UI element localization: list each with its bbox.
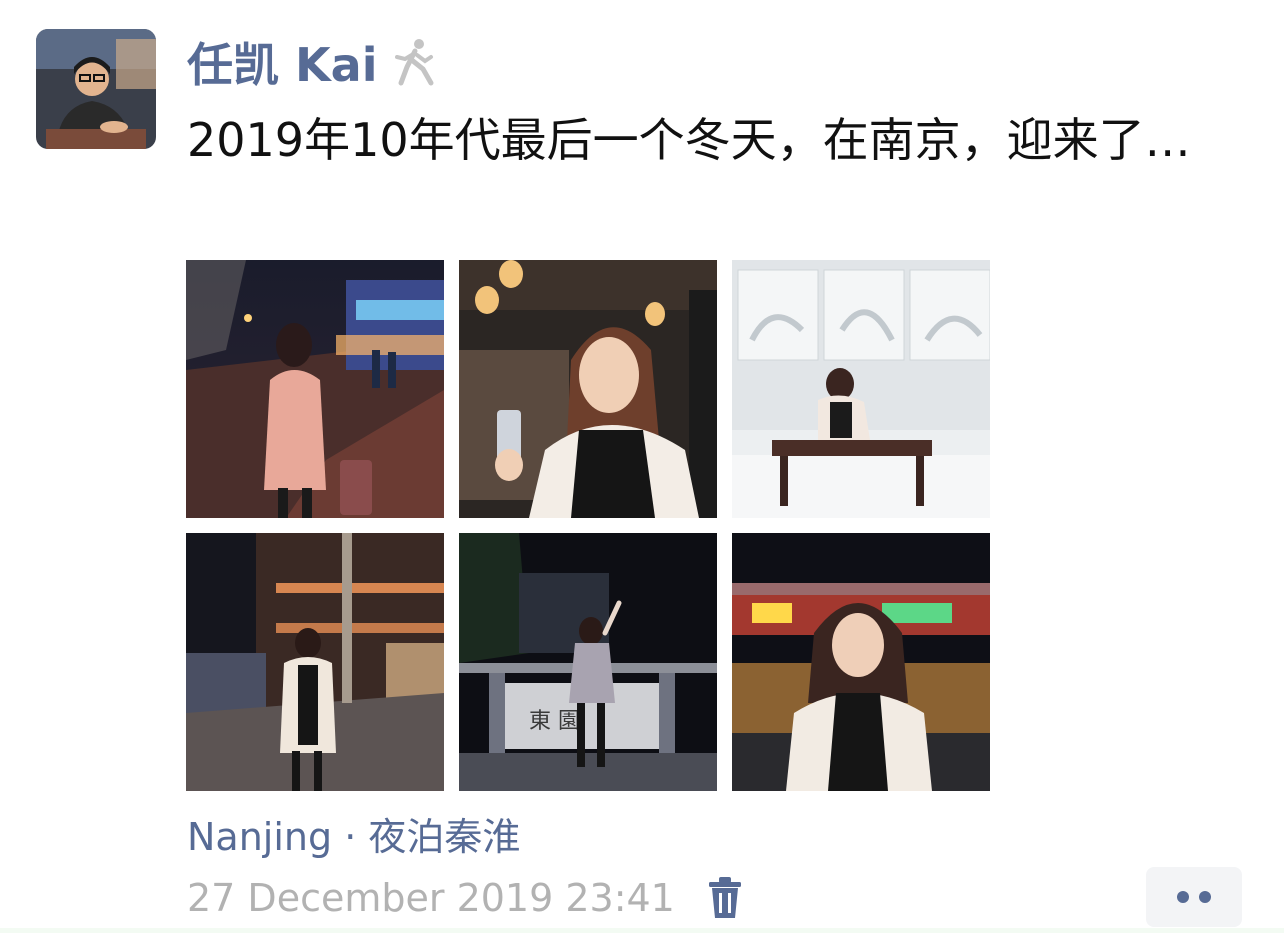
more-dots-icon[interactable] [1146, 867, 1242, 927]
avatar[interactable] [36, 29, 156, 149]
post-text: 2019年10年代最后一个冬天，在南京，迎来了… [187, 113, 1191, 167]
photo-5[interactable]: 東 園 [459, 533, 717, 791]
more-dot [1177, 891, 1189, 903]
photo-3[interactable] [732, 260, 990, 518]
author-name[interactable]: 任凯 Kai [187, 29, 377, 95]
timestamp: 27 December 2019 23:41 [187, 876, 675, 920]
photo-grid: 東 園 [186, 260, 990, 791]
bottom-divider [0, 928, 1284, 933]
walking-person-icon [391, 37, 437, 87]
photo-4[interactable] [186, 533, 444, 791]
author-row: 任凯 Kai [187, 32, 437, 92]
photo-2[interactable] [459, 260, 717, 518]
meta-row: 27 December 2019 23:41 [187, 870, 745, 926]
photo-6[interactable] [732, 533, 990, 791]
more-dot [1199, 891, 1211, 903]
trash-icon[interactable] [705, 876, 745, 920]
location-link[interactable]: Nanjing · 夜泊秦淮 [187, 806, 520, 861]
svg-text:東 園: 東 園 [529, 709, 580, 734]
photo-1[interactable] [186, 260, 444, 518]
